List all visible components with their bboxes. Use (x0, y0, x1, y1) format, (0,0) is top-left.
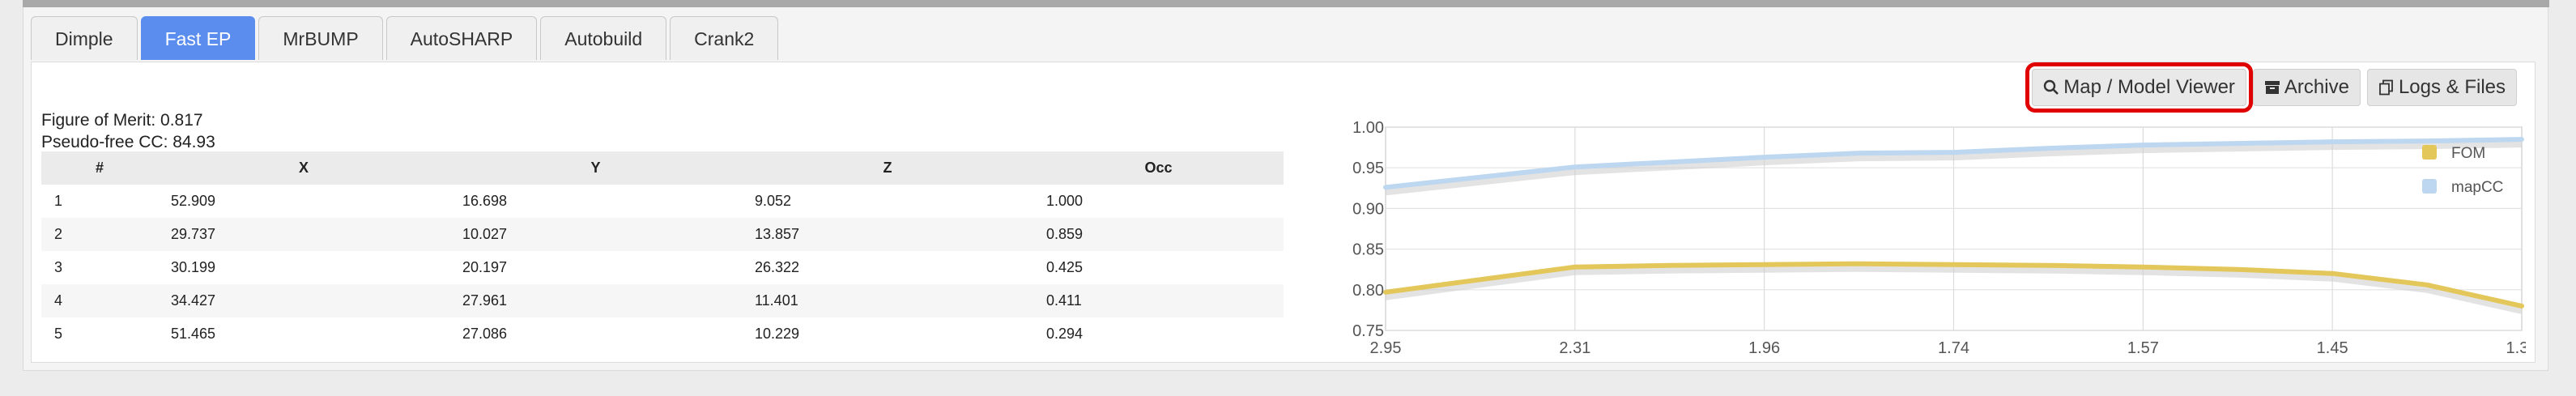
tab-crank2[interactable]: Crank2 (670, 16, 779, 60)
table-header-row: # X Y Z Occ (41, 151, 1284, 185)
cell-x: 29.737 (158, 218, 449, 251)
archive-icon (2264, 81, 2280, 94)
cell-x: 34.427 (158, 284, 449, 317)
archive-label: Archive (2284, 76, 2349, 98)
x-tick-label: 1.74 (1938, 339, 1969, 357)
summary-stats: Figure of Merit: 0.817 Pseudo-free CC: 8… (41, 109, 215, 153)
archive-button[interactable]: Archive (2252, 69, 2361, 106)
logs-files-label: Logs & Files (2398, 76, 2506, 98)
map-model-viewer-button[interactable]: Map / Model Viewer (2025, 62, 2253, 113)
column-header-y: Y (449, 151, 742, 185)
cell-index: 3 (54, 259, 63, 275)
cell-occ: 0.425 (1046, 259, 1084, 275)
cell-z: 26.322 (755, 259, 800, 275)
x-tick-label: 2.31 (1559, 339, 1590, 357)
x-tick-label: 1.35 (2506, 339, 2526, 357)
column-header-z: Z (742, 151, 1033, 185)
legend-swatch-fom (2422, 145, 2437, 160)
table-row: 5 51.465 27.086 10.229 0.294 (41, 317, 1284, 351)
tab-autosharp[interactable]: AutoSHARP (385, 16, 538, 60)
tab-autobuild[interactable]: Autobuild (540, 16, 667, 60)
figure-of-merit: Figure of Merit: 0.817 (41, 111, 203, 130)
tab-fast-ep[interactable]: Fast EP (140, 16, 256, 60)
cell-occ: 0.294 (1046, 326, 1084, 342)
table-row: 1 52.909 16.698 9.052 1.000 (41, 185, 1284, 218)
legend-label-mapcc: mapCC (2451, 179, 2503, 196)
cell-z: 10.229 (755, 326, 800, 342)
pipeline-tabs: Dimple Fast EP MrBUMP AutoSHARP Autobuil… (31, 16, 781, 62)
fom-mapcc-chart: 1.00 0.95 0.90 0.85 0.80 0.752.95 2.31 1.96 1.74… (1352, 119, 2526, 357)
legend-label-fom: FOM (2451, 145, 2485, 162)
cell-index: 5 (54, 326, 63, 342)
cell-y: 16.698 (462, 193, 508, 209)
table-row: 4 34.427 27.961 11.401 0.411 (41, 284, 1284, 317)
tab-content: Map / Model Viewer Archive Logs & Files … (31, 62, 2536, 363)
cell-y: 27.086 (462, 326, 508, 342)
copy-files-icon (2379, 79, 2393, 96)
cell-y: 20.197 (462, 259, 508, 275)
cell-x: 51.465 (171, 326, 216, 342)
toolbar: Map / Model Viewer Archive Logs & Files (2025, 62, 2517, 113)
cell-x: 52.909 (171, 193, 216, 209)
logs-files-button[interactable]: Logs & Files (2366, 69, 2517, 106)
cell-occ: 0.859 (1033, 218, 1284, 251)
cell-index: 2 (41, 218, 158, 251)
cell-occ: 1.000 (1046, 193, 1084, 209)
cell-occ: 0.411 (1033, 284, 1284, 317)
top-bar (23, 0, 2549, 7)
y-tick-label: 0.95 (1352, 160, 1384, 177)
cell-y: 10.027 (449, 218, 742, 251)
tab-mrbump[interactable]: MrBUMP (258, 16, 383, 60)
search-icon (2044, 79, 2059, 95)
x-tick-label: 1.96 (1748, 339, 1780, 357)
table-row: 2 29.737 10.027 13.857 0.859 (41, 218, 1284, 251)
table-row: 3 30.199 20.197 26.322 0.425 (41, 251, 1284, 284)
y-tick-label: 0.80 (1352, 282, 1384, 300)
cell-x: 30.199 (171, 259, 216, 275)
tab-dimple[interactable]: Dimple (31, 16, 138, 60)
cell-index: 4 (41, 284, 158, 317)
column-header-x: X (158, 151, 449, 185)
x-tick-label: 1.57 (2127, 339, 2159, 357)
cell-y: 27.961 (449, 284, 742, 317)
column-header-index: # (41, 151, 158, 185)
column-header-occ: Occ (1033, 151, 1284, 185)
cell-z: 11.401 (742, 284, 1033, 317)
cell-z: 9.052 (755, 193, 792, 209)
pseudo-free-cc: Pseudo-free CC: 84.93 (41, 133, 215, 151)
cell-z: 13.857 (742, 218, 1033, 251)
y-tick-label: 1.00 (1352, 119, 1384, 137)
y-tick-label: 0.90 (1352, 200, 1384, 218)
y-tick-label: 0.75 (1352, 322, 1384, 340)
map-model-viewer-label: Map / Model Viewer (2063, 76, 2235, 98)
legend-swatch-mapcc (2422, 179, 2437, 194)
y-tick-label: 0.85 (1352, 241, 1384, 259)
x-tick-label: 1.45 (2317, 339, 2348, 357)
heavy-atom-sites-table: # X Y Z Occ 1 52.909 16.698 9.052 1.000 … (41, 151, 1284, 351)
cell-index: 1 (54, 193, 63, 209)
x-tick-label: 2.95 (1370, 339, 1402, 357)
